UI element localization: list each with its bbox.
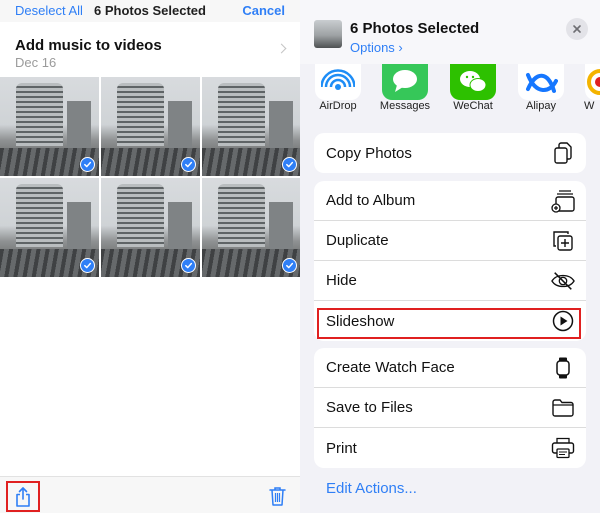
add-album-icon: [551, 189, 575, 213]
selected-check-icon: [282, 258, 297, 273]
deselect-all-button[interactable]: Deselect All: [15, 3, 83, 18]
messages-icon: [382, 64, 428, 100]
cancel-button[interactable]: Cancel: [242, 3, 285, 18]
action-hide[interactable]: Hide: [314, 261, 586, 301]
action-save-to-files[interactable]: Save to Files: [314, 388, 586, 428]
share-sheet-header: 6 Photos Selected Options ›: [300, 0, 600, 64]
duplicate-icon: [551, 229, 575, 253]
share-sheet-title: 6 Photos Selected: [350, 20, 480, 37]
album-date: Dec 16: [15, 55, 57, 70]
action-label: Duplicate: [326, 232, 389, 249]
action-group-copy: Copy Photos: [314, 133, 586, 173]
edit-actions-link[interactable]: Edit Actions...: [326, 480, 417, 497]
action-label: Create Watch Face: [326, 359, 455, 376]
action-group-album: Add to Album Duplicate Hide Slideshow: [314, 181, 586, 341]
selected-check-icon: [80, 157, 95, 172]
share-app-messages[interactable]: Messages: [377, 64, 433, 112]
action-label: Hide: [326, 272, 357, 289]
selected-check-icon: [80, 258, 95, 273]
close-button[interactable]: [566, 18, 588, 40]
action-duplicate[interactable]: Duplicate: [314, 221, 586, 261]
action-slideshow[interactable]: Slideshow: [314, 301, 586, 341]
action-print[interactable]: Print: [314, 428, 586, 468]
airdrop-icon: [315, 64, 361, 100]
share-app-label: W: [584, 100, 595, 112]
copy-icon: [551, 141, 575, 165]
action-label: Slideshow: [326, 312, 395, 330]
share-app-wechat[interactable]: WeChat: [445, 64, 501, 112]
action-copy-photos[interactable]: Copy Photos: [314, 133, 586, 173]
action-label: Add to Album: [326, 192, 416, 209]
photo-thumbnail[interactable]: [202, 178, 301, 277]
chevron-right-icon: [276, 43, 287, 54]
selection-preview-thumbnail: [314, 20, 342, 48]
photo-thumbnail[interactable]: [0, 77, 99, 176]
options-link[interactable]: Options ›: [350, 40, 403, 55]
weibo-icon: [585, 64, 600, 100]
photo-thumbnail[interactable]: [202, 77, 301, 176]
bottom-toolbar: [0, 476, 300, 513]
selected-check-icon: [282, 157, 297, 172]
trash-icon: [268, 487, 286, 506]
photo-thumbnail[interactable]: [101, 178, 200, 277]
share-app-label: Messages: [379, 100, 431, 112]
hide-eye-icon: [551, 269, 575, 293]
share-sheet: 6 Photos Selected Options › AirDrop Mess…: [300, 0, 600, 513]
share-app-alipay[interactable]: Alipay: [513, 64, 569, 112]
share-icon: [16, 486, 30, 507]
photo-thumbnail[interactable]: [0, 178, 99, 277]
share-button[interactable]: [6, 481, 40, 512]
selected-check-icon: [181, 157, 196, 172]
wechat-icon: [450, 64, 496, 100]
printer-icon: [551, 436, 575, 460]
share-app-label: Alipay: [526, 100, 556, 112]
action-create-watch-face[interactable]: Create Watch Face: [314, 348, 586, 388]
album-title: Add music to videos: [15, 37, 162, 54]
play-circle-icon: [551, 309, 575, 333]
share-apps-row: AirDrop Messages WeChat Alipay W: [300, 64, 600, 116]
delete-button[interactable]: [267, 485, 287, 507]
share-app-label: WeChat: [453, 100, 493, 112]
photos-selection-panel: Deselect All 6 Photos Selected Cancel Ad…: [0, 0, 301, 513]
close-icon: [573, 25, 581, 33]
action-group-files: Create Watch Face Save to Files Print: [314, 348, 586, 468]
share-app-airdrop[interactable]: AirDrop: [310, 64, 366, 112]
action-label: Copy Photos: [326, 144, 412, 162]
album-header[interactable]: Add music to videos Dec 16: [0, 30, 300, 74]
selected-check-icon: [181, 258, 196, 273]
action-label: Save to Files: [326, 399, 413, 416]
action-label: Print: [326, 439, 357, 457]
folder-icon: [551, 396, 575, 420]
action-add-to-album[interactable]: Add to Album: [314, 181, 586, 221]
share-app-label: AirDrop: [319, 100, 357, 112]
photo-thumbnail[interactable]: [101, 77, 200, 176]
selection-nav-bar: Deselect All 6 Photos Selected Cancel: [0, 0, 300, 22]
alipay-icon: [518, 64, 564, 100]
watch-icon: [551, 356, 575, 380]
share-app-weibo[interactable]: W: [580, 64, 600, 112]
photo-grid: [0, 77, 301, 277]
